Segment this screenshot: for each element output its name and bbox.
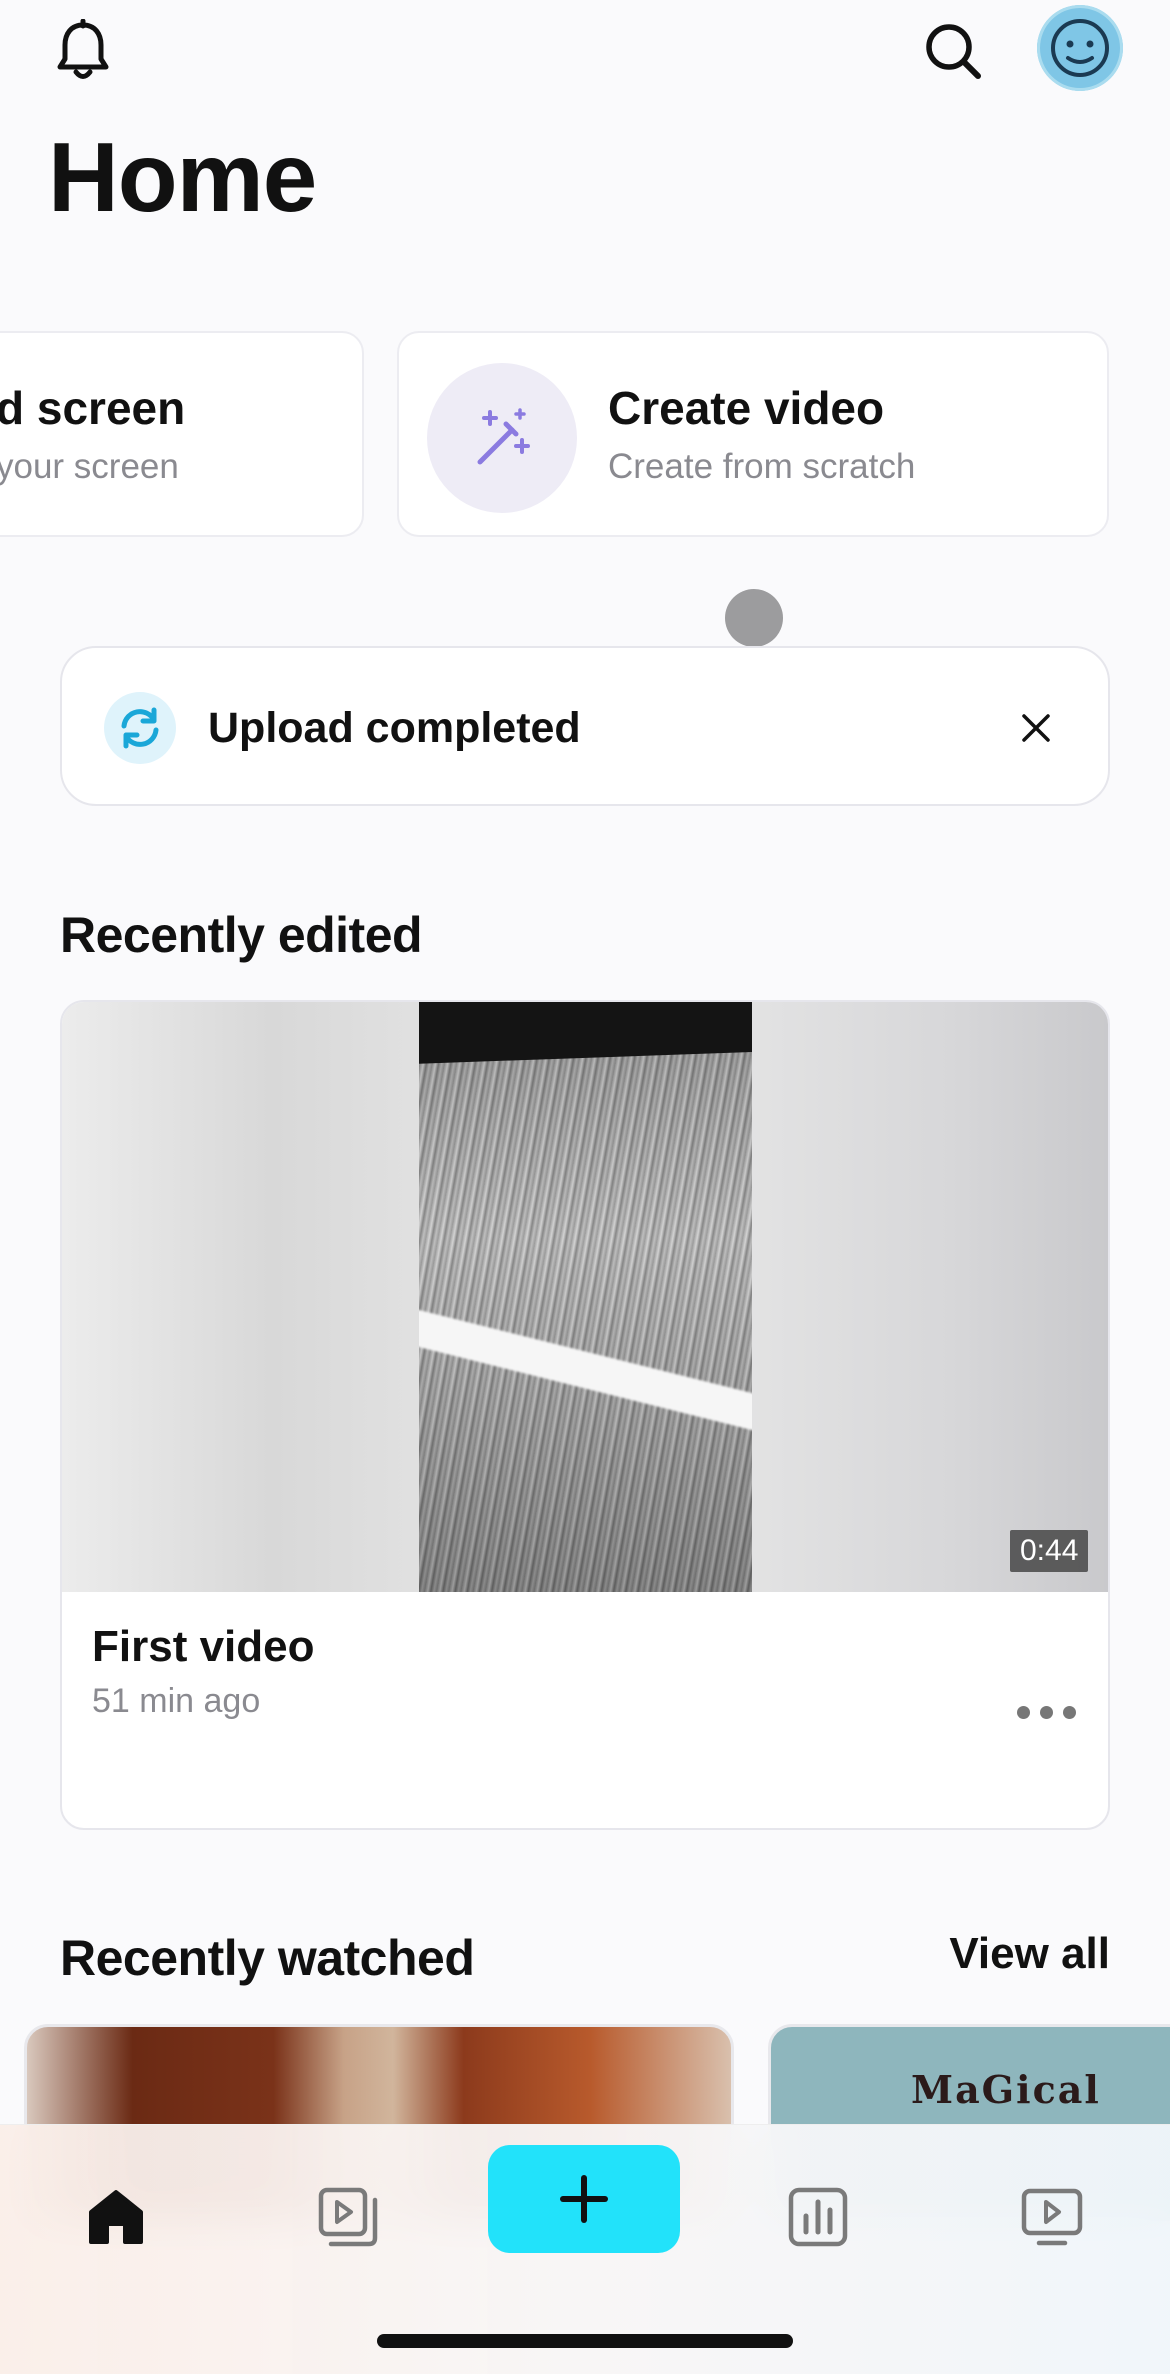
- video-thumbnail[interactable]: 0:44: [62, 1002, 1108, 1592]
- record-screen-card[interactable]: d screen your screen: [0, 331, 364, 537]
- record-card-title: d screen: [0, 382, 186, 434]
- more-options-icon[interactable]: [1006, 1692, 1086, 1732]
- video-duration-badge: 0:44: [1010, 1530, 1089, 1572]
- create-video-card[interactable]: Create video Create from scratch: [397, 331, 1109, 537]
- library-icon[interactable]: [298, 2167, 398, 2267]
- recently-watched-heading: Recently watched: [60, 1930, 475, 1986]
- home-indicator: [377, 2334, 793, 2348]
- video-title: First video: [92, 1622, 315, 1671]
- add-icon: [560, 2175, 608, 2223]
- bell-icon[interactable]: [50, 18, 116, 84]
- home-icon[interactable]: [66, 2167, 166, 2267]
- magic-wand-icon: [427, 363, 577, 513]
- page-title: Home: [48, 122, 317, 232]
- thumbnail-image: [419, 1002, 752, 1592]
- sync-icon: [104, 692, 176, 764]
- video-timestamp: 51 min ago: [92, 1682, 261, 1720]
- touch-indicator: [725, 589, 783, 647]
- close-icon[interactable]: [1002, 694, 1070, 762]
- avatar[interactable]: [1037, 5, 1123, 91]
- recently-edited-heading: Recently edited: [60, 907, 423, 963]
- toast-message: Upload completed: [208, 704, 581, 752]
- create-card-subtitle: Create from scratch: [608, 447, 916, 486]
- create-card-title: Create video: [608, 382, 885, 434]
- search-icon[interactable]: [918, 18, 988, 84]
- watch-icon[interactable]: [1002, 2167, 1102, 2267]
- analytics-icon[interactable]: [768, 2167, 868, 2267]
- view-all-link[interactable]: View all: [949, 1929, 1110, 1979]
- home-screen: Home d screen your screen Create video C…: [0, 0, 1170, 2374]
- add-button[interactable]: [488, 2145, 680, 2253]
- record-card-subtitle: your screen: [0, 447, 179, 486]
- thumbnail-text: MaGical: [911, 2067, 1101, 2112]
- video-card[interactable]: 0:44 First video 51 min ago: [60, 1000, 1110, 1830]
- upload-toast: Upload completed: [60, 646, 1110, 806]
